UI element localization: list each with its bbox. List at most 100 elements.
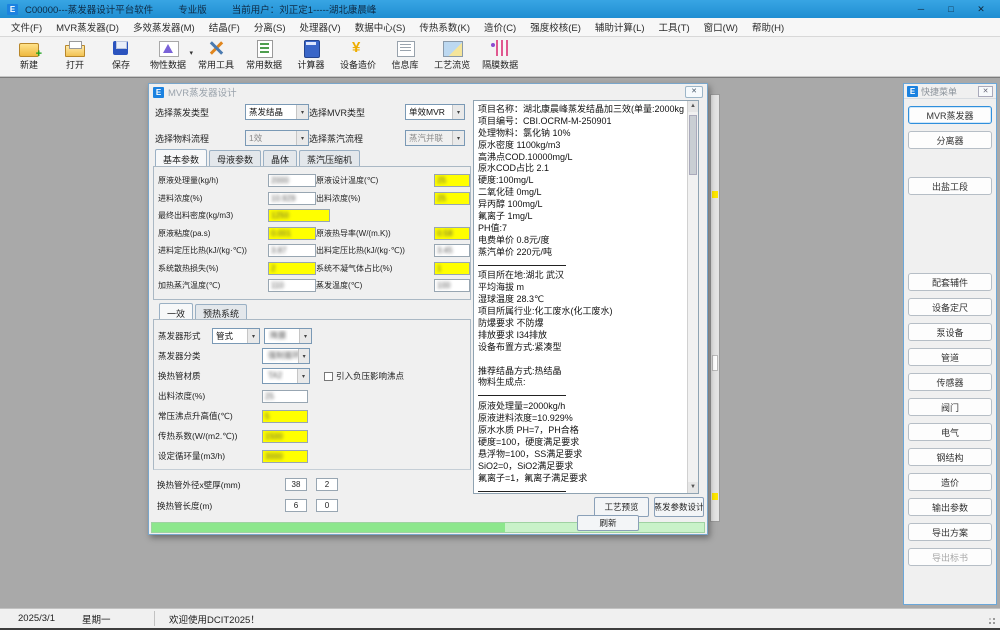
field-input[interactable]: 100 xyxy=(434,279,470,292)
menu-item[interactable]: 分离(S) xyxy=(247,20,293,34)
field-input[interactable]: 0.001 xyxy=(268,227,316,240)
quick-menu-button[interactable]: 电气 xyxy=(908,423,992,441)
quick-menu-button[interactable]: 阀门 xyxy=(908,398,992,416)
vacuum-boiling-checkbox[interactable]: 引入负压影响沸点 xyxy=(324,370,404,382)
tube-wall-input[interactable]: 2 xyxy=(316,478,338,491)
quick-menu-title: 快捷菜单 xyxy=(921,85,957,98)
menu-item[interactable]: 造价(C) xyxy=(477,20,523,34)
scroll-marker xyxy=(712,191,718,198)
field-input[interactable]: 25 xyxy=(434,174,470,187)
toolbar-button[interactable]: ▾ 物性数据 xyxy=(146,40,190,71)
quick-menu-button[interactable]: 分离器 xyxy=(908,131,992,149)
menu-item[interactable]: 辅助计算(L) xyxy=(588,20,652,34)
quick-menu-close-button[interactable]: ✕ xyxy=(978,86,993,97)
report-scrollbar[interactable]: ▲ ▼ xyxy=(687,101,698,493)
process-preview-button[interactable]: 工艺预览 xyxy=(594,497,649,517)
quick-menu-button[interactable]: 钢结构 xyxy=(908,448,992,466)
scroll-down-icon[interactable]: ▼ xyxy=(688,482,698,493)
refresh-button[interactable]: 刷新 xyxy=(577,515,639,531)
field-input[interactable]: 0.58 xyxy=(434,227,470,240)
evap-type-select[interactable]: 蒸发结晶 ▾ xyxy=(245,104,309,120)
menu-item[interactable]: 传热系数(K) xyxy=(412,20,477,34)
report-line: 湿球温度 28.3℃ xyxy=(478,294,684,306)
report-line: 推荐结晶方式:热结晶 xyxy=(478,366,684,378)
field-input[interactable]: 3.45 xyxy=(434,244,470,257)
dialog-close-button[interactable]: ✕ xyxy=(685,86,703,98)
quick-menu-button[interactable]: 配套辅件 xyxy=(908,273,992,291)
material-flow-select[interactable]: 1效 ▾ xyxy=(245,130,309,146)
toolbar-button-label: 计算器 xyxy=(294,58,328,71)
calculator-icon xyxy=(299,40,323,57)
quick-menu-button[interactable]: 导出方案 xyxy=(908,523,992,541)
quick-menu-button[interactable]: 传感器 xyxy=(908,373,992,391)
outlet-concentration-input[interactable]: 25 xyxy=(262,390,308,403)
quick-menu-button[interactable]: 输出参数 xyxy=(908,498,992,516)
steam-flow-value: 蒸汽并联 xyxy=(409,132,443,144)
menu-item[interactable]: MVR蒸发器(D) xyxy=(49,20,126,34)
field-input[interactable]: 3.87 xyxy=(268,244,316,257)
tube-material-select[interactable]: TA2 ▾ xyxy=(262,368,310,384)
quick-menu-button[interactable]: 导出标书 xyxy=(908,548,992,566)
scroll-up-icon[interactable]: ▲ xyxy=(688,101,698,112)
resize-grip[interactable] xyxy=(985,614,995,624)
quick-menu-button[interactable]: 出盐工段 xyxy=(908,177,992,195)
evaporator-form-select[interactable]: 管式 ▾ xyxy=(212,328,260,344)
quick-menu-button[interactable]: 泵设备 xyxy=(908,323,992,341)
maximize-button[interactable]: □ xyxy=(945,4,957,15)
menu-item[interactable]: 处理器(V) xyxy=(293,20,348,34)
toolbar-button[interactable]: 计算器 xyxy=(290,40,332,71)
toolbar-button[interactable]: 工艺流览 xyxy=(430,40,474,71)
outlet-concentration-label: 出料浓度(%) xyxy=(158,390,262,402)
field-input[interactable]: 110 xyxy=(268,279,316,292)
boiling-point-rise-input[interactable]: 5 xyxy=(262,410,308,423)
report-line: 硬度:100mg/L xyxy=(478,175,684,187)
toolbar-button[interactable]: 信息库 xyxy=(384,40,426,71)
quick-menu-button[interactable]: 设备定尺 xyxy=(908,298,992,316)
scroll-thumb[interactable] xyxy=(712,355,718,371)
workspace: E MVR蒸发器设计 ✕ 选择蒸发类型 蒸发结晶 ▾ 选择MVR类型 单效MVR… xyxy=(0,77,1000,608)
property-data-icon xyxy=(156,40,180,57)
menu-item[interactable]: 帮助(H) xyxy=(745,20,791,34)
field-input[interactable]: 1 xyxy=(434,262,470,275)
menu-item[interactable]: 工具(T) xyxy=(652,20,697,34)
tube-od-input[interactable]: 38 xyxy=(285,478,307,491)
toolbar-button-label: 物性数据 xyxy=(150,58,186,71)
toolbar-button[interactable]: 常用工具 xyxy=(194,40,238,71)
circulation-volume-input[interactable]: 3000 xyxy=(262,450,308,463)
menu-item[interactable]: 数据中心(S) xyxy=(348,20,413,34)
app-titlebar: E C00000---蒸发器设计平台软件 专业版 当前用户：刘正定1-----湖… xyxy=(0,0,1000,18)
toolbar-button[interactable]: 保存 xyxy=(100,40,142,71)
quick-menu-button[interactable]: 造价 xyxy=(908,473,992,491)
toolbar-button[interactable]: 隔膜数据 xyxy=(478,40,522,71)
steam-flow-select[interactable]: 蒸汽并联 ▾ xyxy=(405,130,465,146)
tab[interactable]: 基本参数 xyxy=(155,149,207,167)
mvr-type-select[interactable]: 单效MVR ▾ xyxy=(405,104,465,120)
close-button[interactable]: ✕ xyxy=(975,4,987,15)
evaporation-design-button[interactable]: 蒸发参数设计 xyxy=(654,497,704,517)
effect-group: 蒸发器形式 管式 ▾ 降膜 ▾ 蒸发器分类 强制循环 ▾ 换热管材质 xyxy=(153,319,471,470)
tube-length-input[interactable]: 6 xyxy=(285,499,307,512)
field-input[interactable]: 2000 xyxy=(268,174,316,187)
quick-menu-button[interactable]: 管道 xyxy=(908,348,992,366)
quick-menu-button[interactable]: MVR蒸发器 xyxy=(908,106,992,124)
menu-item[interactable]: 强度校核(E) xyxy=(523,20,588,34)
menu-item[interactable]: 多效蒸发器(M) xyxy=(126,20,202,34)
menu-item[interactable]: 窗口(W) xyxy=(697,20,745,34)
toolbar-button[interactable]: 新建 xyxy=(8,40,50,71)
toolbar-button[interactable]: 常用数据 xyxy=(242,40,286,71)
membrane-data-icon xyxy=(488,40,512,57)
menu-item[interactable]: 结晶(F) xyxy=(202,20,247,34)
toolbar-button[interactable]: 设备造价 xyxy=(336,40,380,71)
toolbar-button[interactable]: 打开 xyxy=(54,40,96,71)
field-input[interactable]: 25 xyxy=(434,192,470,205)
heat-transfer-coeff-input[interactable]: 1500 xyxy=(262,430,308,443)
minimize-button[interactable]: ─ xyxy=(915,4,927,15)
field-input[interactable]: 1250 xyxy=(268,209,330,222)
evaporator-subform-select[interactable]: 降膜 ▾ xyxy=(264,328,312,344)
evaporator-class-select[interactable]: 强制循环 ▾ xyxy=(262,348,310,364)
tube-length-frac-input[interactable]: 0 xyxy=(316,499,338,512)
field-input[interactable]: 10.929 xyxy=(268,192,316,205)
menu-item[interactable]: 文件(F) xyxy=(4,20,49,34)
scrollbar-thumb[interactable] xyxy=(689,115,697,175)
field-input[interactable]: 2 xyxy=(268,262,316,275)
